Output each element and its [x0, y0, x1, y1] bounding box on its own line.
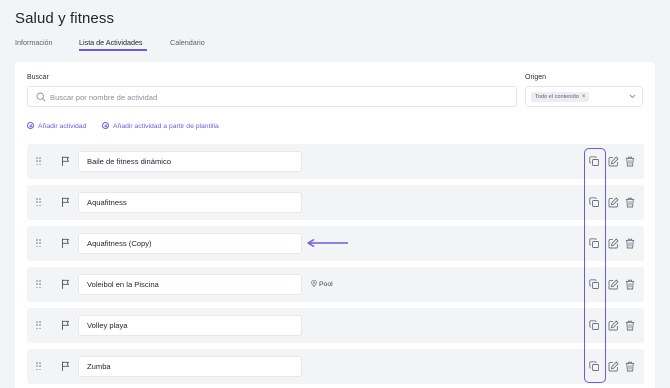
origin-select[interactable]: Todo el contenido × — [525, 86, 643, 107]
chip-remove-icon[interactable]: × — [582, 94, 586, 100]
activity-name-field[interactable]: Aquafitness — [78, 192, 302, 213]
activity-row: Aquafitness — [27, 185, 644, 220]
arrow-left-annotation — [307, 238, 348, 248]
flag-icon[interactable] — [61, 238, 70, 248]
trash-icon[interactable] — [625, 279, 635, 290]
flag-icon[interactable] — [61, 279, 70, 289]
activity-name-field[interactable]: Aquafitness (Copy) — [78, 233, 302, 254]
drag-handle-icon[interactable] — [36, 362, 42, 371]
search-field[interactable] — [27, 86, 517, 107]
flag-icon[interactable] — [61, 320, 70, 330]
tab-calendario[interactable]: Calendario — [170, 38, 205, 47]
edit-icon[interactable] — [608, 238, 619, 249]
flag-icon[interactable] — [61, 361, 70, 371]
drag-handle-icon[interactable] — [36, 157, 42, 166]
active-tab-indicator — [79, 49, 147, 51]
edit-icon[interactable] — [608, 197, 619, 208]
trash-icon[interactable] — [625, 320, 635, 331]
add-from-template-label: Añadir actividad a partir de plantilla — [113, 123, 219, 130]
trash-icon[interactable] — [625, 156, 635, 167]
page-title: Salud y fitness — [15, 10, 115, 27]
search-input[interactable] — [50, 90, 510, 104]
origin-label: Origen — [525, 74, 547, 81]
drag-handle-icon[interactable] — [36, 280, 42, 289]
drag-handle-icon[interactable] — [36, 321, 42, 330]
activity-name-field[interactable]: Zumba — [78, 356, 302, 377]
search-icon — [36, 92, 46, 102]
trash-icon[interactable] — [625, 238, 635, 249]
activity-row: Voleibol en la Piscina Pool — [27, 267, 644, 302]
tab-informacion[interactable]: Información — [15, 38, 53, 47]
edit-icon[interactable] — [608, 320, 619, 331]
edit-icon[interactable] — [608, 156, 619, 167]
activity-row: Baile de fitness dinámico — [27, 144, 644, 179]
chevron-down-icon[interactable] — [629, 94, 636, 99]
plus-circle-icon — [27, 122, 34, 129]
plus-circle-icon — [102, 122, 109, 129]
activity-list-card: Buscar Origen Todo el contenido× Añadir … — [15, 62, 655, 388]
activity-name-field[interactable]: Voleibol en la Piscina — [78, 274, 302, 295]
trash-icon[interactable] — [625, 361, 635, 372]
search-label: Buscar — [27, 74, 49, 81]
flag-icon[interactable] — [61, 197, 70, 207]
add-activity-button[interactable]: Añadir actividad — [27, 122, 86, 130]
activity-tag-label: Pool — [319, 281, 333, 288]
edit-icon[interactable] — [608, 361, 619, 372]
add-from-template-button[interactable]: Añadir actividad a partir de plantilla — [102, 122, 219, 130]
add-activity-label: Añadir actividad — [38, 123, 87, 130]
location-pin-icon — [311, 279, 317, 288]
origin-chip-label: Todo el contenido — [535, 94, 579, 100]
activity-row: Volley playa — [27, 308, 644, 343]
tab-lista-de-actividades[interactable]: Lista de Actividades — [79, 38, 143, 47]
drag-handle-icon[interactable] — [36, 198, 42, 207]
activity-tag: Pool — [311, 279, 333, 288]
activity-row: Zumba — [27, 349, 644, 384]
drag-handle-icon[interactable] — [36, 239, 42, 248]
edit-icon[interactable] — [608, 279, 619, 290]
flag-icon[interactable] — [61, 156, 70, 166]
trash-icon[interactable] — [625, 197, 635, 208]
copy-column-highlight — [584, 148, 606, 383]
activity-name-field[interactable]: Baile de fitness dinámico — [78, 151, 302, 172]
activity-name-field[interactable]: Volley playa — [78, 315, 302, 336]
origin-chip: Todo el contenido × — [531, 92, 590, 102]
